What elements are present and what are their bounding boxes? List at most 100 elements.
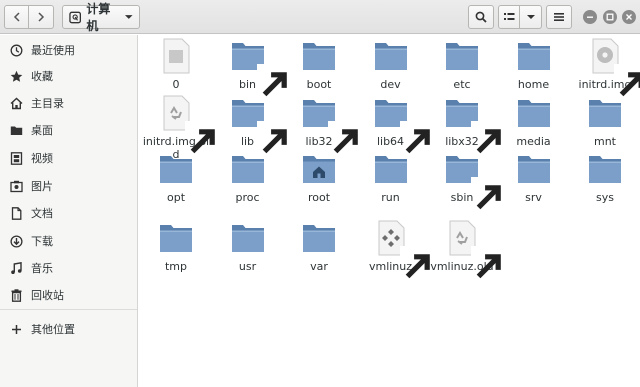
file-item[interactable]: lib64 xyxy=(356,95,430,154)
symlink-arrow-icon xyxy=(471,177,501,210)
file-item[interactable]: vmlinuz.old xyxy=(427,220,501,279)
plus-icon xyxy=(10,323,23,336)
location-label: 计算机 xyxy=(86,2,111,33)
file-item[interactable]: lib xyxy=(213,95,287,154)
sidebar-item-music[interactable]: 音乐 xyxy=(0,255,137,281)
close-button[interactable] xyxy=(622,10,636,24)
file-name-label: etc xyxy=(453,78,471,91)
picture-icon xyxy=(10,180,23,193)
folder-icon xyxy=(158,220,194,256)
recent-icon xyxy=(10,44,23,57)
sidebar-item-trash[interactable]: 回收站 xyxy=(0,282,137,308)
document-icon xyxy=(10,206,23,220)
search-icon xyxy=(475,11,487,23)
executable-icon xyxy=(373,220,430,279)
desktop-folder-icon xyxy=(10,124,23,137)
sidebar-item-label: 其他位置 xyxy=(31,323,75,336)
search-button[interactable] xyxy=(468,5,494,29)
file-item[interactable]: var xyxy=(284,220,354,273)
folder-icon xyxy=(444,38,480,74)
file-name-label: media xyxy=(516,135,551,148)
folder-icon xyxy=(301,95,358,154)
file-item[interactable]: lib32 xyxy=(284,95,358,154)
sidebar-item-label: 收藏 xyxy=(31,70,53,83)
file-name-label: sys xyxy=(596,191,614,204)
file-item[interactable]: mnt xyxy=(570,95,640,148)
file-item[interactable]: proc xyxy=(213,151,283,204)
back-button[interactable] xyxy=(4,5,29,29)
sidebar-item-label: 最近使用 xyxy=(31,44,75,57)
view-options-button[interactable] xyxy=(520,5,542,29)
file-item[interactable]: home xyxy=(499,38,569,91)
folder-icon xyxy=(444,95,501,154)
sidebar: 最近使用 收藏 主目录 桌面 视频 图片 文档 下载 音乐 回收站 其他位置 xyxy=(0,35,138,387)
sidebar-item-label: 文档 xyxy=(31,207,53,220)
file-item[interactable]: tmp xyxy=(141,220,211,273)
folder-icon xyxy=(373,95,430,154)
folder-icon xyxy=(444,151,501,210)
maximize-button[interactable] xyxy=(603,10,617,24)
chevron-down-icon xyxy=(125,15,133,19)
sidebar-item-documents[interactable]: 文档 xyxy=(0,200,137,226)
symlink-arrow-icon xyxy=(471,246,501,279)
sidebar-item-desktop[interactable]: 桌面 xyxy=(0,117,137,143)
file-item[interactable]: dev xyxy=(356,38,426,91)
file-item[interactable]: bin xyxy=(213,38,287,97)
file-item[interactable]: run xyxy=(356,151,426,204)
file-name-label: opt xyxy=(166,191,186,204)
navigation-buttons xyxy=(4,5,54,29)
file-item[interactable]: etc xyxy=(427,38,497,91)
file-item[interactable]: libx32 xyxy=(427,95,501,154)
header-bar: 计算机 xyxy=(0,0,640,34)
folder-icon xyxy=(158,151,194,187)
location-button[interactable]: 计算机 xyxy=(62,2,140,33)
trash-icon xyxy=(10,288,23,302)
file-item[interactable]: usr xyxy=(213,220,283,273)
file-name-label: dev xyxy=(380,78,401,91)
view-controls xyxy=(498,5,542,29)
sidebar-item-videos[interactable]: 视频 xyxy=(0,145,137,171)
forward-button[interactable] xyxy=(29,5,54,29)
file-item[interactable]: vmlinuz xyxy=(356,220,430,279)
sidebar-item-downloads[interactable]: 下载 xyxy=(0,228,137,254)
sidebar-item-starred[interactable]: 收藏 xyxy=(0,63,137,89)
list-view-icon xyxy=(503,13,514,20)
maximize-icon xyxy=(606,13,614,21)
close-icon xyxy=(626,14,632,20)
star-icon xyxy=(10,70,23,83)
sidebar-item-home[interactable]: 主目录 xyxy=(0,90,137,116)
file-item[interactable]: initrd.img xyxy=(570,38,640,97)
file-item[interactable]: opt xyxy=(141,151,211,204)
file-name-label: tmp xyxy=(164,260,187,273)
symlink-arrow-icon xyxy=(256,121,287,154)
minimize-icon xyxy=(587,16,593,18)
home-icon xyxy=(10,97,23,110)
menu-button[interactable] xyxy=(546,5,572,29)
sidebar-item-recent[interactable]: 最近使用 xyxy=(0,37,137,63)
file-item[interactable]: 0 xyxy=(141,38,211,91)
folder-icon xyxy=(301,220,337,256)
file-item[interactable]: srv xyxy=(499,151,569,204)
symlink-arrow-icon xyxy=(399,246,430,279)
file-name-label: 0 xyxy=(172,78,180,91)
symlink-arrow-icon xyxy=(614,64,640,97)
file-name-label: usr xyxy=(238,260,257,273)
sidebar-separator xyxy=(0,309,137,310)
folder-icon xyxy=(230,38,287,97)
file-name-label: var xyxy=(310,260,328,273)
symlink-arrow-icon xyxy=(256,64,287,97)
file-name-label: root xyxy=(307,191,331,204)
view-mode-button[interactable] xyxy=(498,5,520,29)
drive-icon xyxy=(69,11,82,23)
sidebar-item-pictures[interactable]: 图片 xyxy=(0,173,137,199)
archive-file-icon xyxy=(444,220,501,279)
file-item[interactable]: sys xyxy=(570,151,640,204)
file-item[interactable]: sbin xyxy=(427,151,501,210)
chevron-down-icon xyxy=(526,15,535,19)
file-item[interactable]: boot xyxy=(284,38,354,91)
minimize-button[interactable] xyxy=(583,10,597,24)
file-item[interactable]: root xyxy=(284,151,354,204)
sidebar-item-other-locations[interactable]: 其他位置 xyxy=(0,316,137,342)
folder-icon xyxy=(587,95,623,131)
file-item[interactable]: media xyxy=(499,95,569,148)
